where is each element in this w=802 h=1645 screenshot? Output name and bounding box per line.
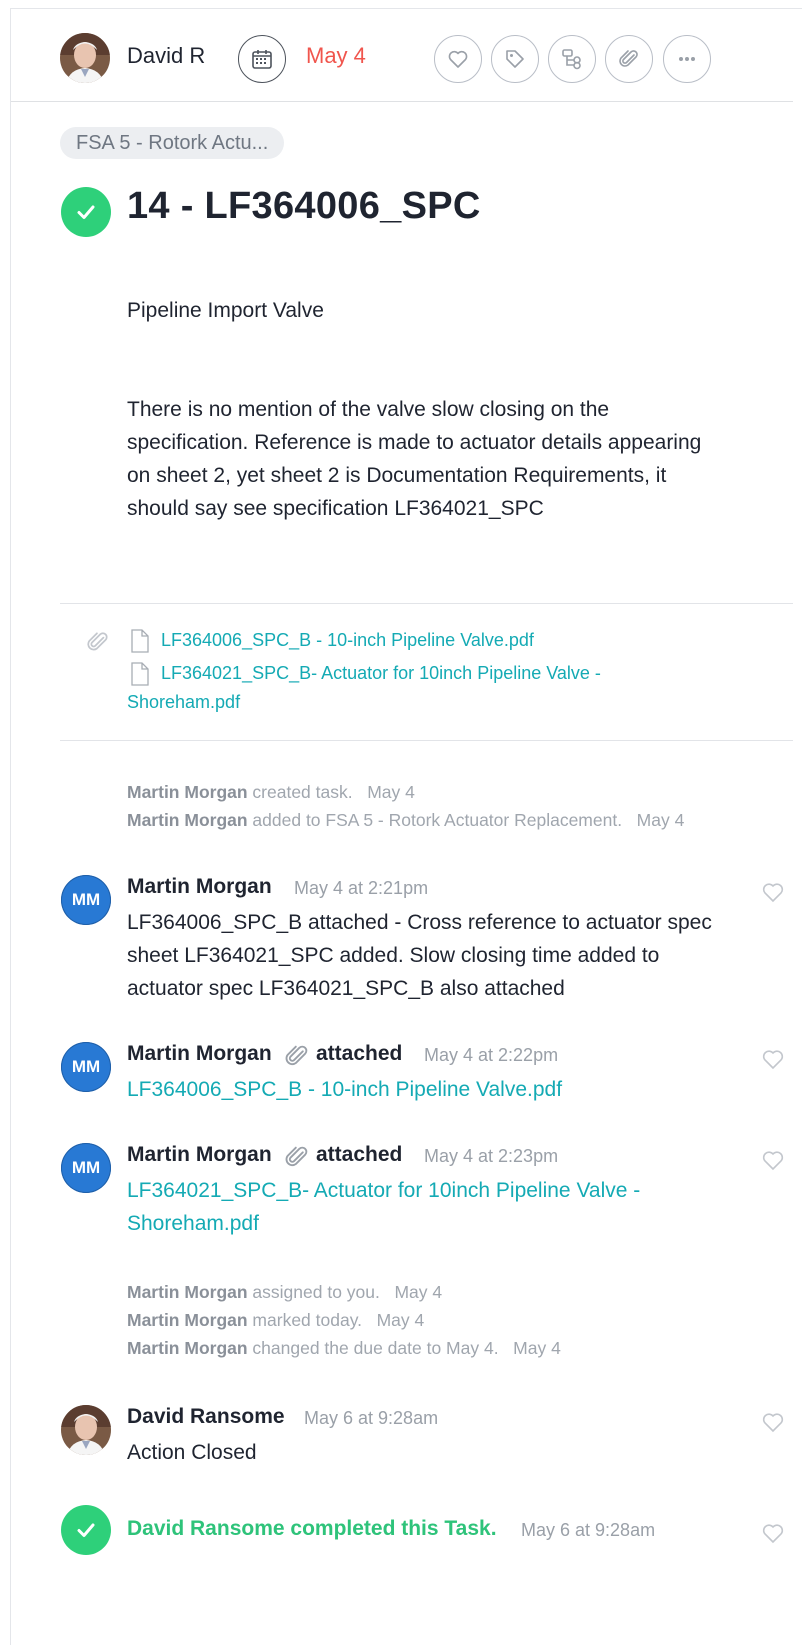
activity-time: May 4: [367, 782, 415, 802]
person-photo-icon: [60, 33, 110, 83]
calendar-icon: [252, 50, 272, 69]
task-detail-pane: David R May 4 FSA 5 - Rotork Actu... 14 …: [10, 8, 802, 1645]
activity-item: Martin Morgan changed the due date to Ma…: [127, 1334, 561, 1362]
due-date-label[interactable]: May 4: [306, 43, 366, 69]
activity-action: changed the due date to May 4.: [247, 1338, 499, 1358]
description-line[interactable]: specification. Reference is made to actu…: [127, 426, 701, 459]
attachment-link[interactable]: Shoreham.pdf: [127, 1207, 259, 1240]
activity-action: assigned to you.: [247, 1282, 380, 1302]
divider: [60, 603, 793, 604]
activity-action: created task.: [247, 782, 353, 802]
activity-author[interactable]: Martin Morgan: [127, 1310, 248, 1330]
more-actions-button[interactable]: [663, 35, 711, 83]
comment-time[interactable]: May 4 at 2:23pm: [424, 1146, 558, 1167]
activity-author[interactable]: Martin Morgan: [127, 1282, 248, 1302]
heart-icon[interactable]: [753, 1407, 793, 1433]
description-line[interactable]: on sheet 2, yet sheet 2 is Documentation…: [127, 459, 666, 492]
assignee-avatar[interactable]: [60, 33, 110, 83]
comment-author[interactable]: Martin Morgan: [127, 875, 272, 899]
tags-button[interactable]: [491, 35, 539, 83]
activity-time: May 4: [636, 810, 685, 830]
paperclip-icon: [619, 50, 638, 67]
comment-line: actuator spec LF364021_SPC_B also attach…: [127, 977, 565, 1000]
divider: [60, 740, 793, 741]
complete-toggle[interactable]: [61, 187, 111, 237]
attachment-link[interactable]: LF364006_SPC_B - 10-inch Pipeline Valve.…: [161, 625, 534, 655]
task-subtitle[interactable]: Pipeline Import Valve: [127, 294, 324, 327]
heart-icon[interactable]: [753, 1145, 793, 1171]
paperclip-icon: [87, 632, 108, 651]
heart-icon[interactable]: [753, 877, 793, 903]
description-line[interactable]: There is no mention of the valve slow cl…: [127, 393, 609, 426]
project-breadcrumb[interactable]: FSA 5 - Rotork Actu...: [60, 127, 285, 159]
heart-icon: [448, 50, 468, 68]
attachment-link[interactable]: LF364006_SPC_B - 10-inch Pipeline Valve.…: [127, 1073, 562, 1106]
activity-item: Martin Morgan assigned to you. May 4: [127, 1278, 442, 1306]
heart-icon[interactable]: [753, 1518, 793, 1544]
due-date-button[interactable]: [238, 35, 286, 83]
attach-button[interactable]: [605, 35, 653, 83]
activity-action: marked today.: [247, 1310, 363, 1330]
activity-item: Martin Morgan marked today. May 4: [127, 1306, 424, 1334]
comment-author[interactable]: Martin Morgan: [127, 1042, 272, 1066]
attachment-link[interactable]: LF364021_SPC_B- Actuator for 10inch Pipe…: [127, 1174, 640, 1207]
avatar[interactable]: MM: [61, 1143, 111, 1193]
activity-item: Martin Morgan added to FSA 5 - Rotork Ac…: [127, 806, 684, 834]
more-icon: [679, 57, 695, 61]
completion-story: David Ransome completed this Task.: [127, 1517, 497, 1540]
attachment-link[interactable]: LF364021_SPC_B- Actuator for 10inch Pipe…: [161, 658, 601, 688]
activity-action: added to FSA 5 - Rotork Actuator Replace…: [247, 810, 623, 830]
comment-time[interactable]: May 4 at 2:21pm: [294, 878, 428, 899]
assignee-name[interactable]: David R: [127, 43, 205, 69]
person-photo-icon: [61, 1405, 111, 1455]
paperclip-icon: [285, 1045, 308, 1066]
description-line[interactable]: should say see specification LF364021_SP…: [127, 492, 544, 525]
comment-author[interactable]: Martin Morgan: [127, 1143, 272, 1167]
subtask-icon: [562, 49, 581, 70]
attached-label: attached: [316, 1143, 403, 1166]
tag-icon: [506, 50, 524, 68]
paperclip-icon: [285, 1146, 308, 1167]
activity-author[interactable]: Martin Morgan: [127, 810, 248, 830]
comment-author[interactable]: David Ransome: [127, 1405, 285, 1429]
file-icon: [131, 629, 149, 653]
attachment-link[interactable]: Shoreham.pdf: [127, 687, 240, 717]
activity-author[interactable]: Martin Morgan: [127, 782, 248, 802]
activity-author[interactable]: Martin Morgan: [127, 1338, 248, 1358]
subtasks-button[interactable]: [548, 35, 596, 83]
avatar[interactable]: [61, 1405, 111, 1455]
avatar[interactable]: MM: [61, 1042, 111, 1092]
avatar[interactable]: MM: [61, 875, 111, 925]
comment-line: LF364006_SPC_B attached - Cross referenc…: [127, 911, 712, 934]
activity-item: Martin Morgan created task. May 4: [127, 778, 415, 806]
activity-time: May 4: [513, 1338, 561, 1358]
checkmark-icon: [77, 205, 95, 219]
activity-time: May 4: [394, 1282, 443, 1302]
comment-time[interactable]: May 6 at 9:28am: [304, 1408, 438, 1429]
checkmark-icon: [77, 1523, 95, 1537]
like-button[interactable]: [434, 35, 482, 83]
completion-time[interactable]: May 6 at 9:28am: [521, 1520, 655, 1541]
comment-line: sheet LF364021_SPC added. Slow closing t…: [127, 944, 660, 967]
activity-time: May 4: [376, 1310, 425, 1330]
comment-time[interactable]: May 4 at 2:22pm: [424, 1045, 558, 1066]
comment-line: Action Closed: [127, 1441, 257, 1464]
file-icon: [131, 662, 149, 686]
task-title[interactable]: 14 - LF364006_SPC: [127, 185, 481, 228]
completed-badge: [61, 1505, 111, 1555]
task-toolbar: David R May 4: [11, 9, 793, 102]
attached-label: attached: [316, 1042, 403, 1065]
heart-icon[interactable]: [753, 1044, 793, 1070]
